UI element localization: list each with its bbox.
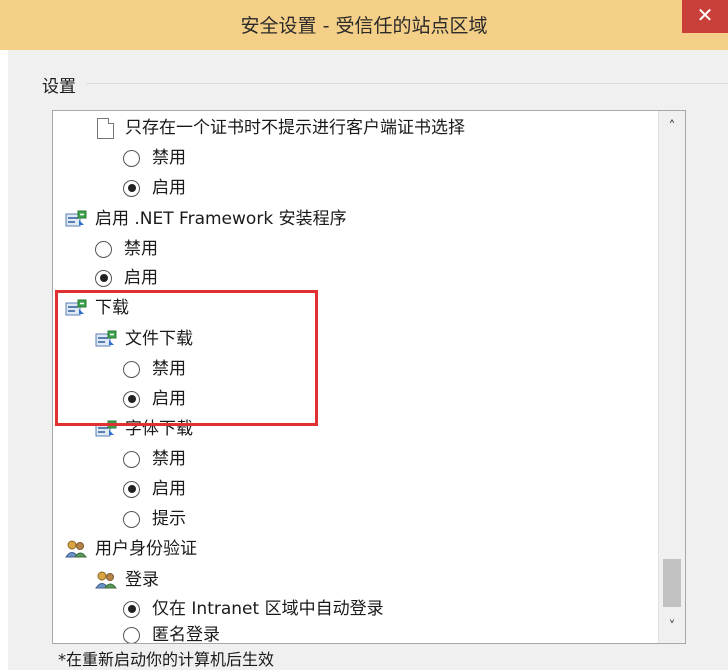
radio-label: 禁用	[124, 239, 158, 259]
settings-icon	[65, 299, 87, 316]
tree-item[interactable]: 字体下载	[95, 415, 193, 443]
radio-option[interactable]: 启用	[95, 264, 158, 292]
radio-option[interactable]: 启用	[123, 385, 186, 413]
radio-option[interactable]: 启用	[123, 174, 186, 202]
radio-label: 禁用	[152, 449, 186, 469]
radio-label: 启用	[152, 479, 186, 499]
radio-label: 提示	[152, 509, 186, 529]
settings-icon	[95, 330, 117, 347]
close-button[interactable]: ✕	[682, 0, 728, 33]
chevron-down-icon: ˅	[668, 619, 676, 635]
tree-item-label: 登录	[125, 570, 159, 590]
radio-label: 仅在 Intranet 区域中自动登录	[152, 599, 384, 619]
radio-label: 禁用	[152, 148, 186, 168]
tree-item-label: 下载	[95, 298, 129, 318]
radio-option[interactable]: 禁用	[123, 144, 186, 172]
window-title: 安全设置 - 受信任的站点区域	[240, 15, 488, 37]
radio-label: 启用	[124, 268, 158, 288]
radio-unchecked[interactable]	[123, 510, 140, 528]
chevron-up-icon: ˄	[668, 119, 676, 135]
radio-label: 匿名登录	[152, 625, 220, 643]
radio-checked[interactable]	[95, 269, 112, 287]
radio-checked[interactable]	[123, 179, 140, 197]
group-divider	[86, 83, 728, 84]
radio-unchecked[interactable]	[123, 360, 140, 378]
restart-note: *在重新启动你的计算机后生效	[58, 650, 275, 669]
radio-option[interactable]: 禁用	[123, 445, 186, 473]
vertical-scrollbar[interactable]: ˄ ˅	[658, 111, 685, 643]
tree-item-label: 用户身份验证	[95, 539, 197, 559]
settings-tree-content: 只存在一个证书时不提示进行客户端证书选择 禁用 启用 启用 .NET Framewor…	[53, 111, 659, 643]
close-icon: ✕	[696, 3, 714, 27]
tree-item-label: 字体下载	[125, 419, 193, 439]
radio-checked[interactable]	[123, 480, 140, 498]
tree-item-label: 只存在一个证书时不提示进行客户端证书选择	[125, 118, 465, 138]
tree-item-label: 启用 .NET Framework 安装程序	[95, 209, 347, 229]
tree-item[interactable]: 登录	[95, 566, 159, 594]
scroll-thumb[interactable]	[663, 559, 681, 607]
radio-label: 启用	[152, 178, 186, 198]
scroll-up-button[interactable]: ˄	[659, 115, 685, 139]
settings-icon	[95, 420, 117, 437]
radio-option[interactable]: 仅在 Intranet 区域中自动登录	[123, 595, 384, 623]
document-icon	[97, 117, 114, 139]
title-bar: 安全设置 - 受信任的站点区域 ✕	[0, 0, 728, 50]
tree-item[interactable]: 文件下载	[95, 325, 193, 353]
radio-unchecked[interactable]	[123, 149, 140, 167]
settings-tree[interactable]: 只存在一个证书时不提示进行客户端证书选择 禁用 启用 启用 .NET Framewor…	[52, 110, 686, 644]
radio-label: 禁用	[152, 359, 186, 379]
tree-item-label: 文件下载	[125, 329, 193, 349]
radio-unchecked[interactable]	[95, 240, 112, 258]
users-icon	[65, 540, 87, 558]
radio-unchecked[interactable]	[123, 450, 140, 468]
users-icon	[95, 571, 117, 589]
tree-item[interactable]: 启用 .NET Framework 安装程序	[65, 205, 347, 233]
radio-unchecked[interactable]	[123, 626, 140, 643]
radio-option[interactable]: 禁用	[95, 235, 158, 263]
radio-checked[interactable]	[123, 390, 140, 408]
tree-item[interactable]: 只存在一个证书时不提示进行客户端证书选择	[97, 114, 465, 142]
tree-item[interactable]: 下载	[65, 294, 129, 322]
group-label: 设置	[42, 72, 80, 97]
tree-item[interactable]: 用户身份验证	[65, 535, 197, 563]
radio-option[interactable]: 提示	[123, 505, 186, 533]
radio-option[interactable]: 启用	[123, 475, 186, 503]
radio-label: 启用	[152, 389, 186, 409]
radio-option[interactable]: 禁用	[123, 355, 186, 383]
scroll-down-button[interactable]: ˅	[659, 615, 685, 639]
radio-option[interactable]: 匿名登录	[123, 621, 220, 643]
settings-icon	[65, 210, 87, 227]
radio-checked[interactable]	[123, 600, 140, 618]
